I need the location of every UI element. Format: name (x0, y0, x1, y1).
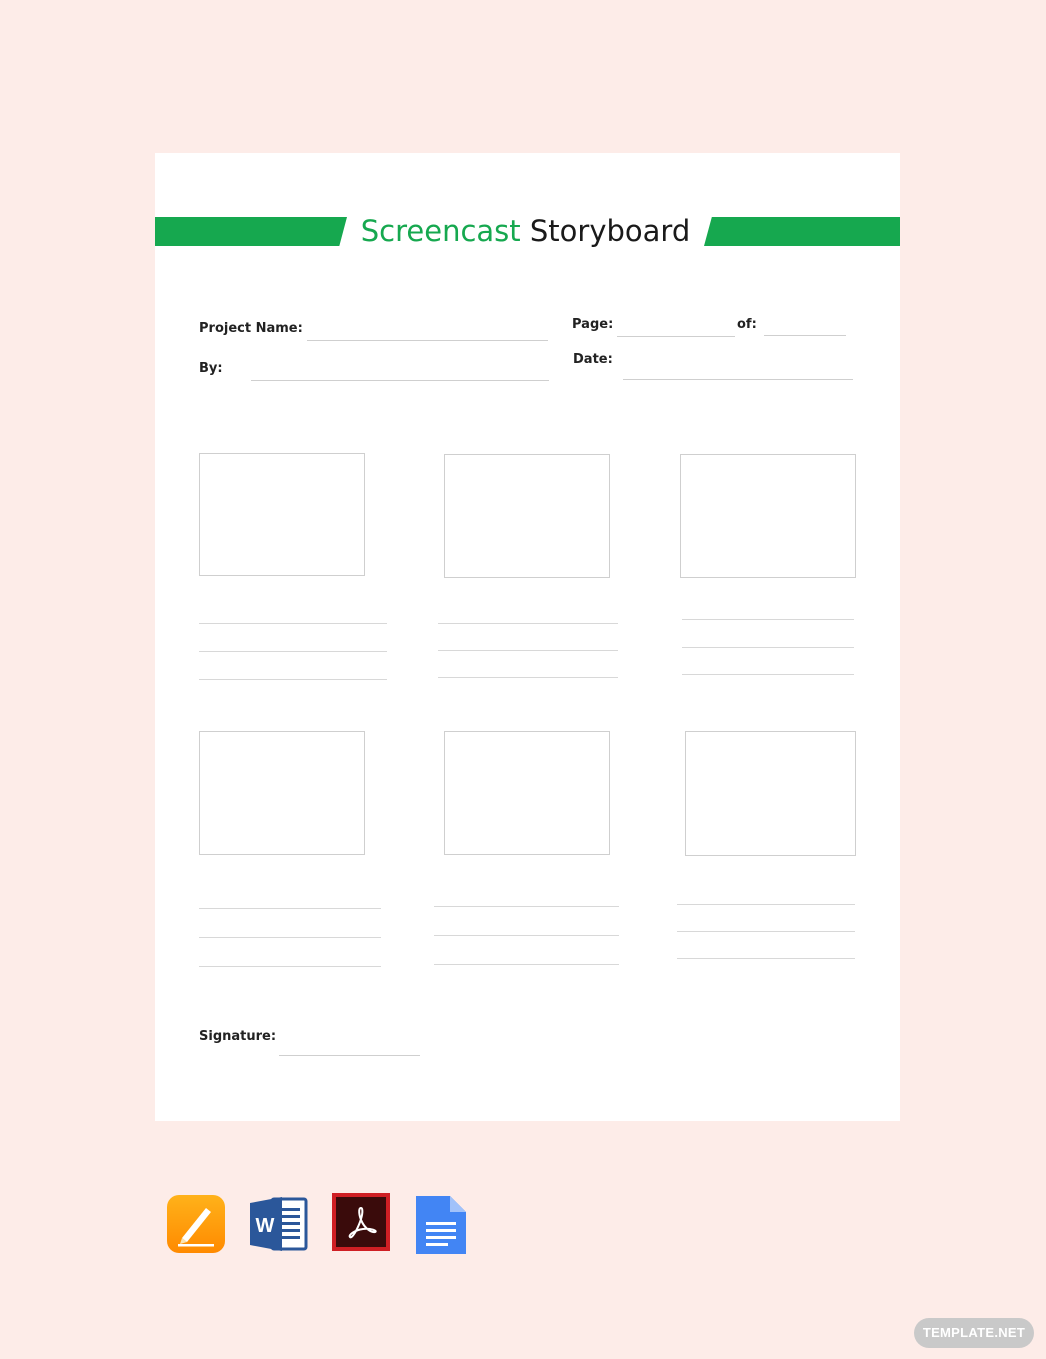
frame-note-line[interactable] (682, 674, 854, 675)
storyboard-frame[interactable] (680, 454, 856, 578)
google-docs-icon[interactable] (414, 1194, 474, 1254)
frame-note-line[interactable] (434, 964, 619, 965)
frame-note-line[interactable] (199, 966, 381, 967)
document-title: Screencast Storyboard (347, 213, 704, 249)
frame-note-line[interactable] (199, 908, 381, 909)
pages-icon[interactable] (166, 1194, 226, 1254)
storyboard-sheet: Screencast Storyboard Project Name: By: … (155, 153, 900, 1121)
frame-note-line[interactable] (682, 647, 854, 648)
page-total-field[interactable] (764, 335, 846, 336)
by-label: By: (199, 361, 223, 376)
signature-label: Signature: (199, 1029, 277, 1044)
frame-note-line[interactable] (677, 958, 855, 959)
frame-note-line[interactable] (199, 623, 387, 624)
template-net-watermark: TEMPLATE.NET (914, 1318, 1034, 1348)
date-label: Date: (573, 352, 613, 367)
frame-note-line[interactable] (438, 650, 618, 651)
frame-note-line[interactable] (677, 931, 855, 932)
frame-note-line[interactable] (434, 935, 619, 936)
svg-text:W: W (256, 1215, 275, 1237)
title-band-right (704, 217, 900, 246)
page-label: Page: (572, 317, 614, 332)
title-band-left (155, 217, 347, 246)
storyboard-frame[interactable] (685, 731, 856, 856)
frame-note-line[interactable] (682, 619, 854, 620)
frame-note-line[interactable] (677, 904, 855, 905)
of-label: of: (737, 317, 757, 332)
page-field[interactable] (617, 336, 735, 337)
frame-note-line[interactable] (199, 651, 387, 652)
frame-note-line[interactable] (199, 937, 381, 938)
by-field[interactable] (251, 380, 549, 381)
frame-note-line[interactable] (438, 677, 618, 678)
word-icon[interactable]: W (248, 1194, 308, 1254)
title-accent: Screencast (360, 214, 521, 248)
date-field[interactable] (623, 379, 853, 380)
storyboard-frame[interactable] (199, 731, 365, 855)
acrobat-pdf-icon[interactable] (331, 1192, 391, 1252)
storyboard-frame[interactable] (444, 454, 610, 578)
project-name-label: Project Name: (199, 321, 303, 336)
storyboard-frame[interactable] (444, 731, 610, 855)
frame-note-line[interactable] (438, 623, 618, 624)
storyboard-frame[interactable] (199, 453, 365, 576)
project-name-field[interactable] (307, 340, 548, 341)
title-rest: Storyboard (529, 214, 691, 248)
frame-note-line[interactable] (199, 679, 387, 680)
signature-field[interactable] (279, 1055, 420, 1056)
frame-note-line[interactable] (434, 906, 619, 907)
